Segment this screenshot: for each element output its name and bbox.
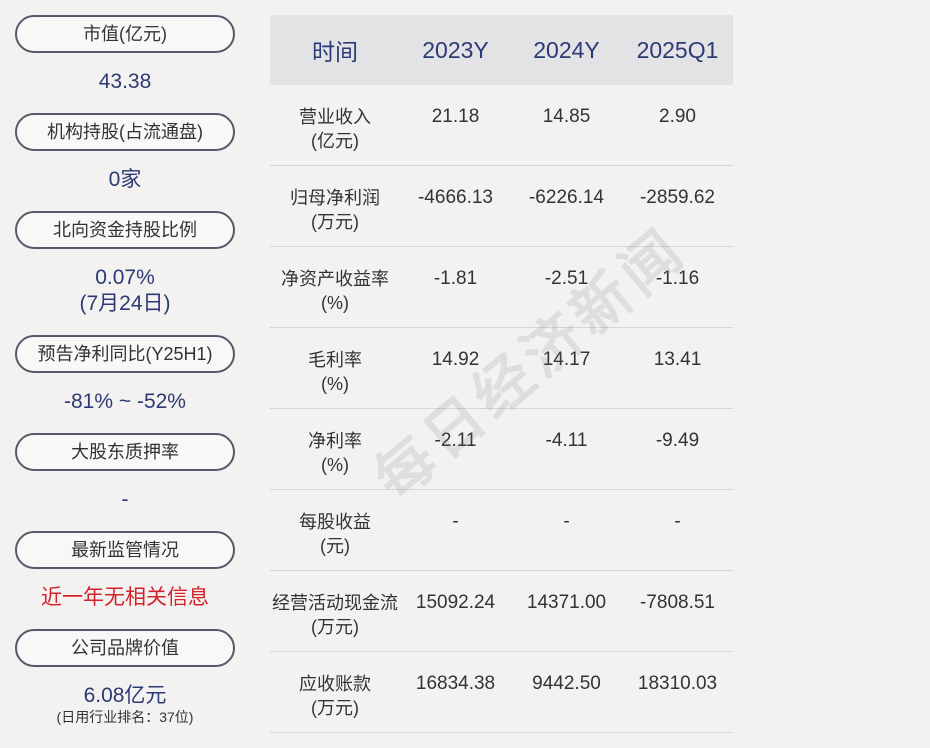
row-metric-name: 营业收入 (亿元) (270, 85, 400, 153)
table-cell: 15092.24 (415, 592, 496, 613)
pledge-ratio-value: - (121, 488, 129, 511)
regulatory-status-label: 最新监管情况 (15, 531, 235, 569)
metric-unit: (万元) (311, 212, 359, 232)
northbound-ratio-value: 0.07% (95, 266, 155, 289)
metric-unit: (元) (320, 536, 350, 556)
table-cell: - (674, 511, 681, 532)
metric-unit: (万元) (311, 698, 359, 718)
metric-unit: (%) (321, 374, 349, 394)
institutional-holding-label: 机构持股(占流通盘) (15, 113, 235, 151)
table-cell: 18310.03 (637, 673, 718, 694)
metric-label: 经营活动现金流 (272, 593, 398, 613)
row-metric-name: 毛利率 (%) (270, 328, 400, 396)
table-cell: -4.11 (545, 430, 588, 451)
metric-unit: (%) (321, 293, 349, 313)
metric-label: 净资产收益率 (281, 269, 389, 289)
table-cell: -2859.62 (639, 187, 715, 208)
header-2025q1: 2025Q1 (636, 36, 719, 63)
header-2023: 2023Y (422, 36, 489, 63)
table-header: 时间 2023Y 2024Y 2025Q1 (270, 15, 733, 85)
pledge-ratio-label: 大股东质押率 (15, 433, 235, 471)
row-metric-name: 净资产收益率 (%) (270, 247, 400, 315)
market-cap-value: 43.38 (98, 70, 152, 93)
market-cap-label: 市值(亿元) (15, 15, 235, 53)
table-row: 营业收入 (亿元) 21.18 14.85 2.90 (270, 85, 733, 166)
table-cell: 16834.38 (415, 673, 496, 694)
table-cell: -9.49 (655, 430, 700, 451)
brand-value-rank-note: (日用行业排名：37位) (56, 709, 194, 725)
table-row: 经营活动现金流 (万元) 15092.24 14371.00 -7808.51 (270, 571, 733, 652)
table-cell: 21.18 (431, 106, 480, 127)
table-cell: 14.85 (542, 106, 591, 127)
table-cell: - (563, 511, 570, 532)
table-cell: -6226.14 (528, 187, 604, 208)
table-row: 每股收益 (元) - - - (270, 490, 733, 571)
table-cell: 2.90 (659, 106, 696, 127)
table-cell: -4666.13 (417, 187, 493, 208)
profit-forecast-value: -81% ~ -52% (64, 390, 186, 413)
profit-forecast-label: 预告净利同比(Y25H1) (15, 335, 235, 373)
header-period: 时间 (312, 39, 358, 65)
metric-unit: (万元) (311, 617, 359, 637)
row-metric-name: 每股收益 (元) (270, 490, 400, 558)
metric-label: 每股收益 (299, 512, 371, 532)
table-cell: 13.41 (653, 349, 702, 370)
northbound-ratio-label: 北向资金持股比例 (15, 211, 235, 249)
row-metric-name: 应收账款 (万元) (270, 652, 400, 720)
row-metric-name: 经营活动现金流 (万元) (270, 571, 400, 639)
header-2024: 2024Y (533, 36, 600, 63)
row-metric-name: 归母净利润 (万元) (270, 166, 400, 234)
table-cell: -1.81 (433, 268, 478, 289)
regulatory-status-value: 近一年无相关信息 (41, 586, 209, 609)
northbound-ratio-date: (7月24日) (79, 292, 171, 315)
table-cell: 9442.50 (532, 673, 601, 694)
metric-label: 毛利率 (308, 350, 362, 370)
brand-value-label: 公司品牌价值 (15, 629, 235, 667)
brand-value-value: 6.08亿元 (83, 684, 167, 707)
metric-unit: (亿元) (311, 131, 359, 151)
metric-label: 归母净利润 (290, 188, 380, 208)
table-row: 应收账款 (万元) 16834.38 9442.50 18310.03 (270, 652, 733, 733)
table-cell: 14371.00 (526, 592, 607, 613)
metric-label: 应收账款 (299, 674, 371, 694)
metric-label: 营业收入 (299, 107, 371, 127)
table-cell: -7808.51 (639, 592, 715, 613)
institutional-holding-value: 0家 (108, 168, 142, 191)
